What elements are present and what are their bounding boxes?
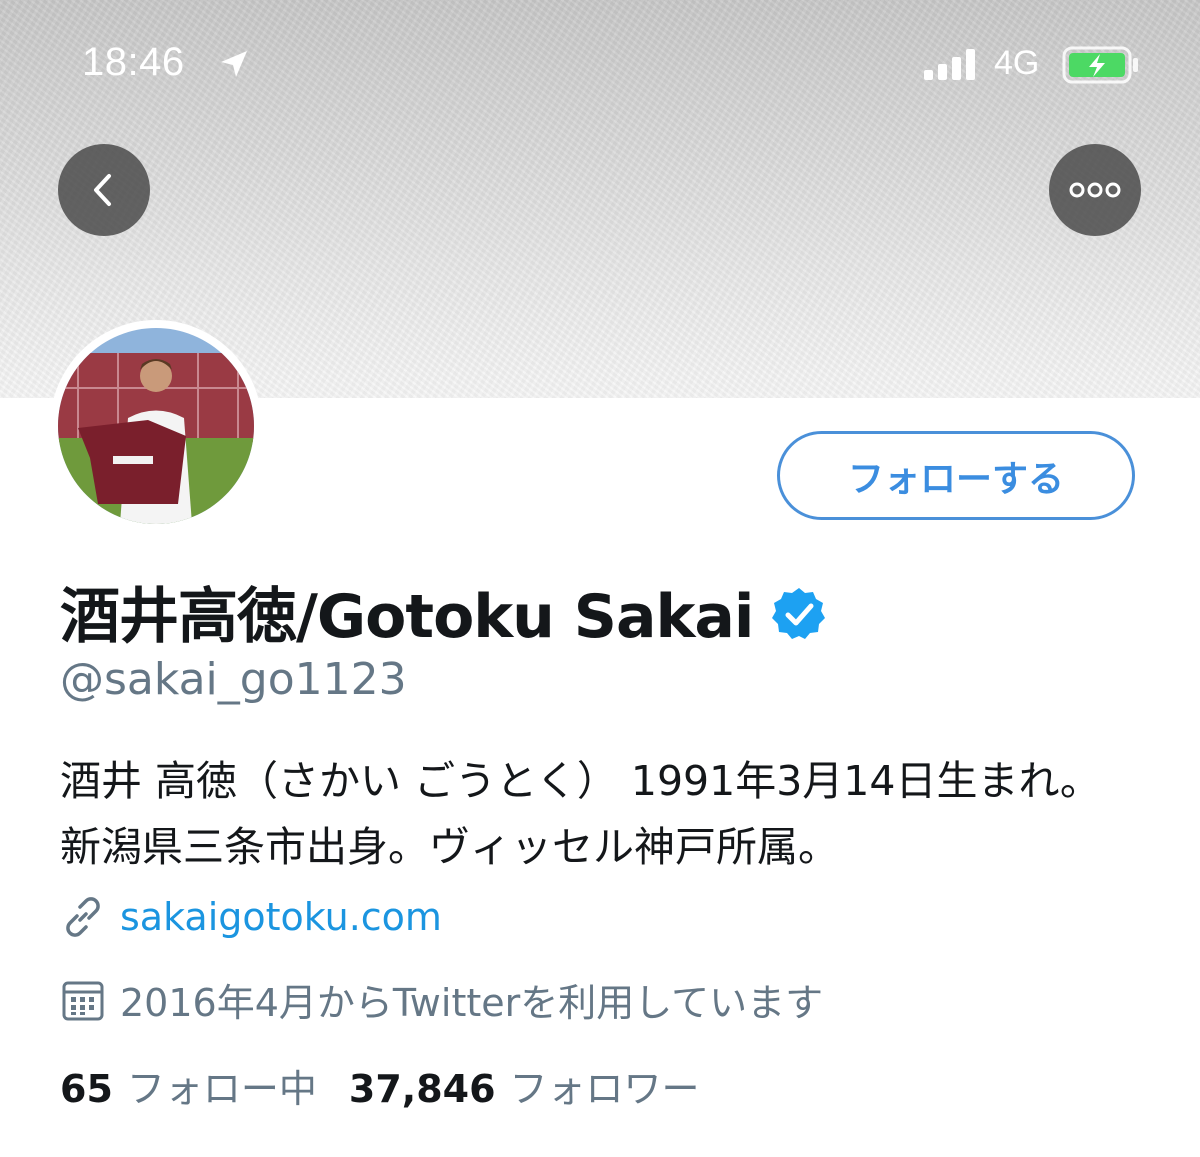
battery-charging-icon (1062, 46, 1138, 84)
location-arrow-icon (221, 51, 247, 77)
calendar-icon (62, 981, 104, 1020)
chevron-left-icon (94, 174, 111, 206)
profile-url-link[interactable]: sakaigotoku.com (120, 895, 442, 939)
signal-bars-icon (924, 49, 975, 80)
link-icon (66, 897, 100, 937)
user-handle: @sakai_go1123 (60, 654, 407, 705)
join-date-text: 2016年4月からTwitterを利用しています (120, 981, 824, 1025)
verified-badge-icon (772, 587, 826, 639)
join-date-row: 2016年4月からTwitterを利用しています (60, 972, 823, 1027)
following-label[interactable]: フォロー中 (127, 1058, 317, 1113)
more-dots-icon (1069, 182, 1121, 198)
follow-button[interactable]: フォローする (777, 431, 1135, 520)
avatar[interactable] (50, 320, 262, 532)
profile-bio: 酒井 高徳（さかい ごうとく） 1991年3月14日生まれ。 新潟県三条市出身。… (60, 757, 1101, 871)
back-button[interactable] (58, 144, 150, 236)
follow-counts: 65 フォロー中 37,846 フォロワー (60, 1058, 732, 1113)
status-time: 18:46 (82, 40, 185, 84)
profile-url-row: sakaigotoku.com (60, 894, 442, 940)
following-count[interactable]: 65 (60, 1067, 113, 1111)
followers-count[interactable]: 37,846 (349, 1067, 496, 1111)
display-name: 酒井高徳/Gotoku Sakai (60, 582, 754, 652)
network-type: 4G (994, 44, 1040, 82)
more-options-button[interactable] (1049, 144, 1141, 236)
avatar-photo (58, 328, 254, 524)
followers-label[interactable]: フォロワー (510, 1058, 700, 1113)
display-name-row: 酒井高徳/Gotoku Sakai (60, 568, 827, 655)
